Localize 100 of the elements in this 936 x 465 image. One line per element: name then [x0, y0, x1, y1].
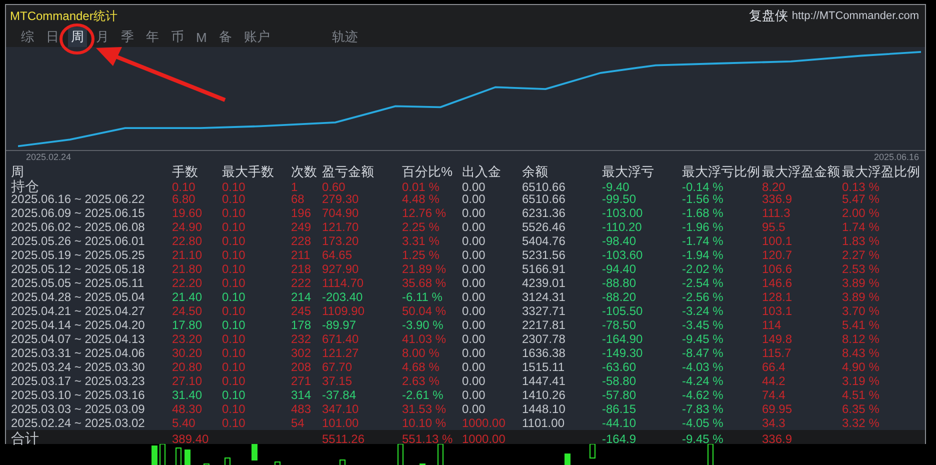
table-cell-text: 178 [291, 318, 312, 332]
table-cell-text: 8.20 [762, 180, 786, 194]
tab[interactable]: 综 [18, 27, 37, 47]
table-cell-text: 0.10 [222, 402, 246, 416]
table-cell-text: 31.40 [172, 388, 204, 402]
table-cell-text: -0.14 % [682, 180, 724, 194]
table-cell-text: 23.20 [172, 332, 204, 346]
table-cell-text: 218 [291, 262, 312, 276]
table-cell-text: 54 [291, 416, 306, 430]
table-cell-text: 0.10 [222, 416, 246, 430]
table-cell-text: -103.00 [602, 206, 644, 220]
row-label: 2025.05.05 ~ 2025.05.11 [11, 276, 145, 290]
table-cell-text: 5.47 % [842, 192, 880, 206]
table-cell-text: 41.03 % [402, 332, 448, 346]
table-cell-text: 1000.00 [462, 432, 506, 446]
brand-name: 复盘侠 [748, 7, 788, 25]
table-cell-text: 120.7 [762, 248, 794, 262]
table-cell-text: 21.10 [172, 248, 204, 262]
table-cell-text: 121.27 [322, 346, 360, 360]
table-cell-text: -4.03 % [682, 360, 724, 374]
table-cell-text: -4.62 % [682, 388, 724, 402]
table-cell-text: 21.40 [172, 290, 204, 304]
row-label: 2025.06.16 ~ 2025.06.22 [11, 192, 146, 206]
table-cell-text: 17.80 [172, 318, 204, 332]
table-cell-text: 0.10 [222, 180, 246, 194]
table-cell-text: 106.6 [762, 262, 794, 276]
table-cell-text: 5166.91 [522, 262, 566, 276]
tab[interactable]: 季 [118, 27, 137, 47]
table-cell-text: 95.5 [762, 220, 786, 234]
table-cell-text: 3.89 % [842, 290, 880, 304]
table-cell-text: -2.61 % [402, 388, 444, 402]
row-label: 2025.03.17 ~ 2025.03.23 [11, 374, 146, 388]
row-label: 2025.04.28 ~ 2025.05.04 [11, 290, 146, 304]
table-cell-text: 48.30 [172, 402, 204, 416]
table-cell-text: 0.00 [462, 402, 486, 416]
axis-date: 2025.06.16 [874, 151, 919, 163]
tab[interactable]: 月 [93, 27, 112, 47]
table-cell-text: 0.00 [462, 206, 486, 220]
table-cell-text: -203.40 [322, 290, 364, 304]
table-cell-text: 0.10 [222, 220, 246, 234]
table-cell-text: 671.40 [322, 332, 360, 346]
table-cell-text: 3124.31 [522, 290, 566, 304]
table-cell-text: 44.2 [762, 374, 786, 388]
tab[interactable]: 账户 [240, 27, 273, 47]
tab[interactable]: M [193, 28, 210, 46]
table-cell-text: -37.84 [322, 388, 358, 402]
table-cell-text: 0.00 [462, 388, 486, 402]
row-label: 2025.04.14 ~ 2025.04.20 [11, 318, 146, 332]
table-cell-text: -4.05 % [682, 416, 724, 430]
table-cell-text: 24.50 [172, 304, 204, 318]
table-cell-text: 6510.66 [522, 192, 566, 206]
table-cell-text: 12.76 % [402, 206, 448, 220]
table-cell-text: 24.90 [172, 220, 204, 234]
table-cell-text: 8.00 % [402, 346, 440, 360]
table-cell-text: 1114.70 [322, 276, 365, 290]
table-cell-text: 6.80 [172, 192, 196, 206]
table-cell-text: 103.1 [762, 304, 794, 318]
table-cell-text: 249 [291, 220, 312, 234]
table-cell-text: 5.40 [172, 416, 196, 430]
table-cell-text: 0.10 [222, 276, 246, 290]
table-cell-text: 0.01 % [402, 180, 440, 194]
table-cell-text: -4.24 % [682, 374, 724, 388]
table-cell-text: -88.20 [602, 290, 638, 304]
row-label: 2025.03.10 ~ 2025.03.16 [11, 388, 146, 402]
table-cell-text: 208 [291, 360, 312, 374]
table-cell-text: 5.41 % [842, 318, 880, 332]
table-cell-text: -78.50 [602, 318, 638, 332]
tab[interactable]: 年 [143, 27, 162, 47]
table-cell-text: 5526.46 [522, 220, 566, 234]
table-cell-text: 3.19 % [842, 374, 880, 388]
table-cell-text: 3.32 % [842, 416, 880, 430]
table-cell-text: 1000.00 [462, 416, 506, 430]
table-cell-text: 347.10 [322, 402, 360, 416]
table-cell-text: 483 [291, 402, 312, 416]
table-cell-text: 2217.81 [522, 318, 566, 332]
table-cell-text: 1448.10 [522, 402, 566, 416]
table-cell-text: 0.10 [222, 346, 246, 360]
table-cell-text: 0.00 [462, 234, 486, 248]
table-cell-text: 6.35 % [842, 402, 880, 416]
table-cell-text: 5231.56 [522, 248, 566, 262]
column-header: 百分比% [402, 163, 454, 181]
table-cell-text: 27.10 [172, 374, 204, 388]
tab[interactable]: 备 [216, 27, 235, 47]
website-link[interactable]: http://MTCommander.com [792, 10, 919, 22]
table-cell-text: 0.00 [462, 192, 486, 206]
tab[interactable]: 轨迹 [328, 27, 361, 47]
tab[interactable]: 周 [68, 27, 87, 47]
row-label: 2025.03.24 ~ 2025.03.30 [11, 360, 146, 374]
table-cell-text: 4.68 % [402, 360, 440, 374]
tab[interactable]: 币 [168, 27, 187, 47]
table-cell-text: 2.25 % [402, 220, 440, 234]
table-cell-text: 114 [762, 318, 782, 332]
column-header: 最大浮亏比例 [682, 163, 761, 181]
table-cell-text: 8.12 % [842, 332, 880, 346]
table-cell-text: 34.3 [762, 416, 786, 430]
table-cell-text: -1.74 % [682, 234, 724, 248]
tab[interactable]: 日 [43, 27, 62, 47]
table-cell-text: 0.10 [222, 318, 246, 332]
table-cell-text: 0.10 [222, 248, 246, 262]
column-header: 最大浮盈金额 [762, 163, 841, 181]
